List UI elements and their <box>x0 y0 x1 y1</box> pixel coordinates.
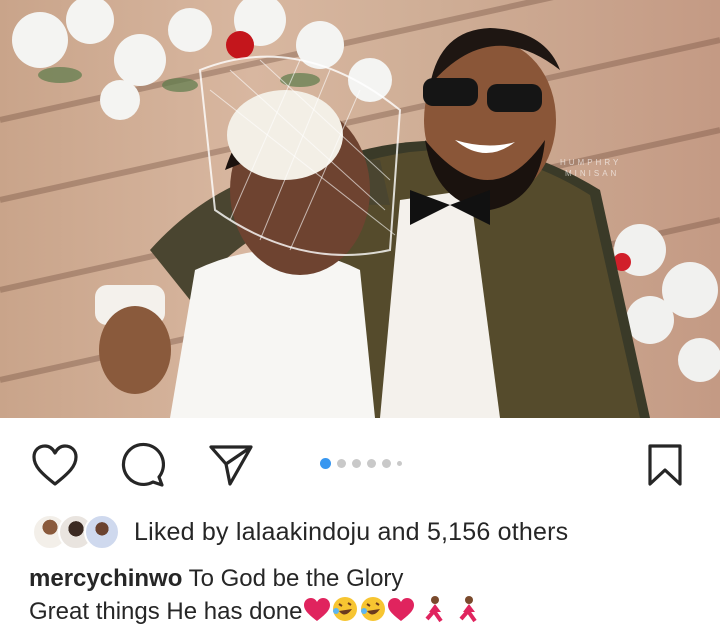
red-heart-emoji <box>387 597 415 632</box>
liker-username[interactable]: lalaakindoju <box>236 518 370 546</box>
caption-line-2: Great things He has done <box>29 595 709 632</box>
dancer-emoji <box>455 595 481 632</box>
avatar <box>84 514 120 550</box>
likes-prefix: Liked by <box>134 517 236 546</box>
carousel-dot <box>397 460 402 466</box>
comment-button[interactable] <box>117 440 167 490</box>
heart-icon <box>32 444 78 486</box>
rolling-laughing-emoji <box>331 595 359 632</box>
red-heart-emoji <box>303 597 331 632</box>
bookmark-icon <box>648 444 682 486</box>
caption-text-2: Great things He has done <box>29 598 303 625</box>
save-button[interactable] <box>640 440 690 490</box>
caption-line-1: mercychinwo To God be the Glory <box>29 563 709 595</box>
carousel-dot <box>337 458 346 468</box>
likes-summary: Liked by lalaakindoju and 5,156 others <box>134 518 568 547</box>
rolling-laughing-emoji <box>359 595 387 632</box>
share-button[interactable] <box>206 440 256 490</box>
carousel-indicator <box>320 457 402 469</box>
carousel-dot-active <box>320 457 331 469</box>
photo-illustration: HUMPHRY MINISAN <box>0 0 720 418</box>
carousel-dot <box>352 458 361 468</box>
post-actions-bar <box>0 418 720 510</box>
dancer-emoji <box>421 595 447 632</box>
likes-row[interactable]: Liked by lalaakindoju and 5,156 others <box>32 512 568 552</box>
svg-text:HUMPHRY: HUMPHRY <box>560 158 621 167</box>
svg-text:MINISAN: MINISAN <box>565 169 619 178</box>
liker-avatars <box>32 514 120 550</box>
like-button[interactable] <box>30 440 80 490</box>
carousel-dot <box>367 458 376 468</box>
carousel-dot <box>382 458 391 468</box>
caption-author[interactable]: mercychinwo <box>29 565 182 592</box>
post-photo[interactable]: HUMPHRY MINISAN <box>0 0 720 418</box>
post-caption: mercychinwo To God be the Glory Great th… <box>29 563 709 632</box>
likes-middle: and <box>370 517 427 546</box>
likes-count[interactable]: 5,156 others <box>427 518 568 546</box>
comment-icon <box>121 442 165 487</box>
send-icon <box>209 445 253 486</box>
caption-text-1: To God be the Glory <box>182 565 404 592</box>
